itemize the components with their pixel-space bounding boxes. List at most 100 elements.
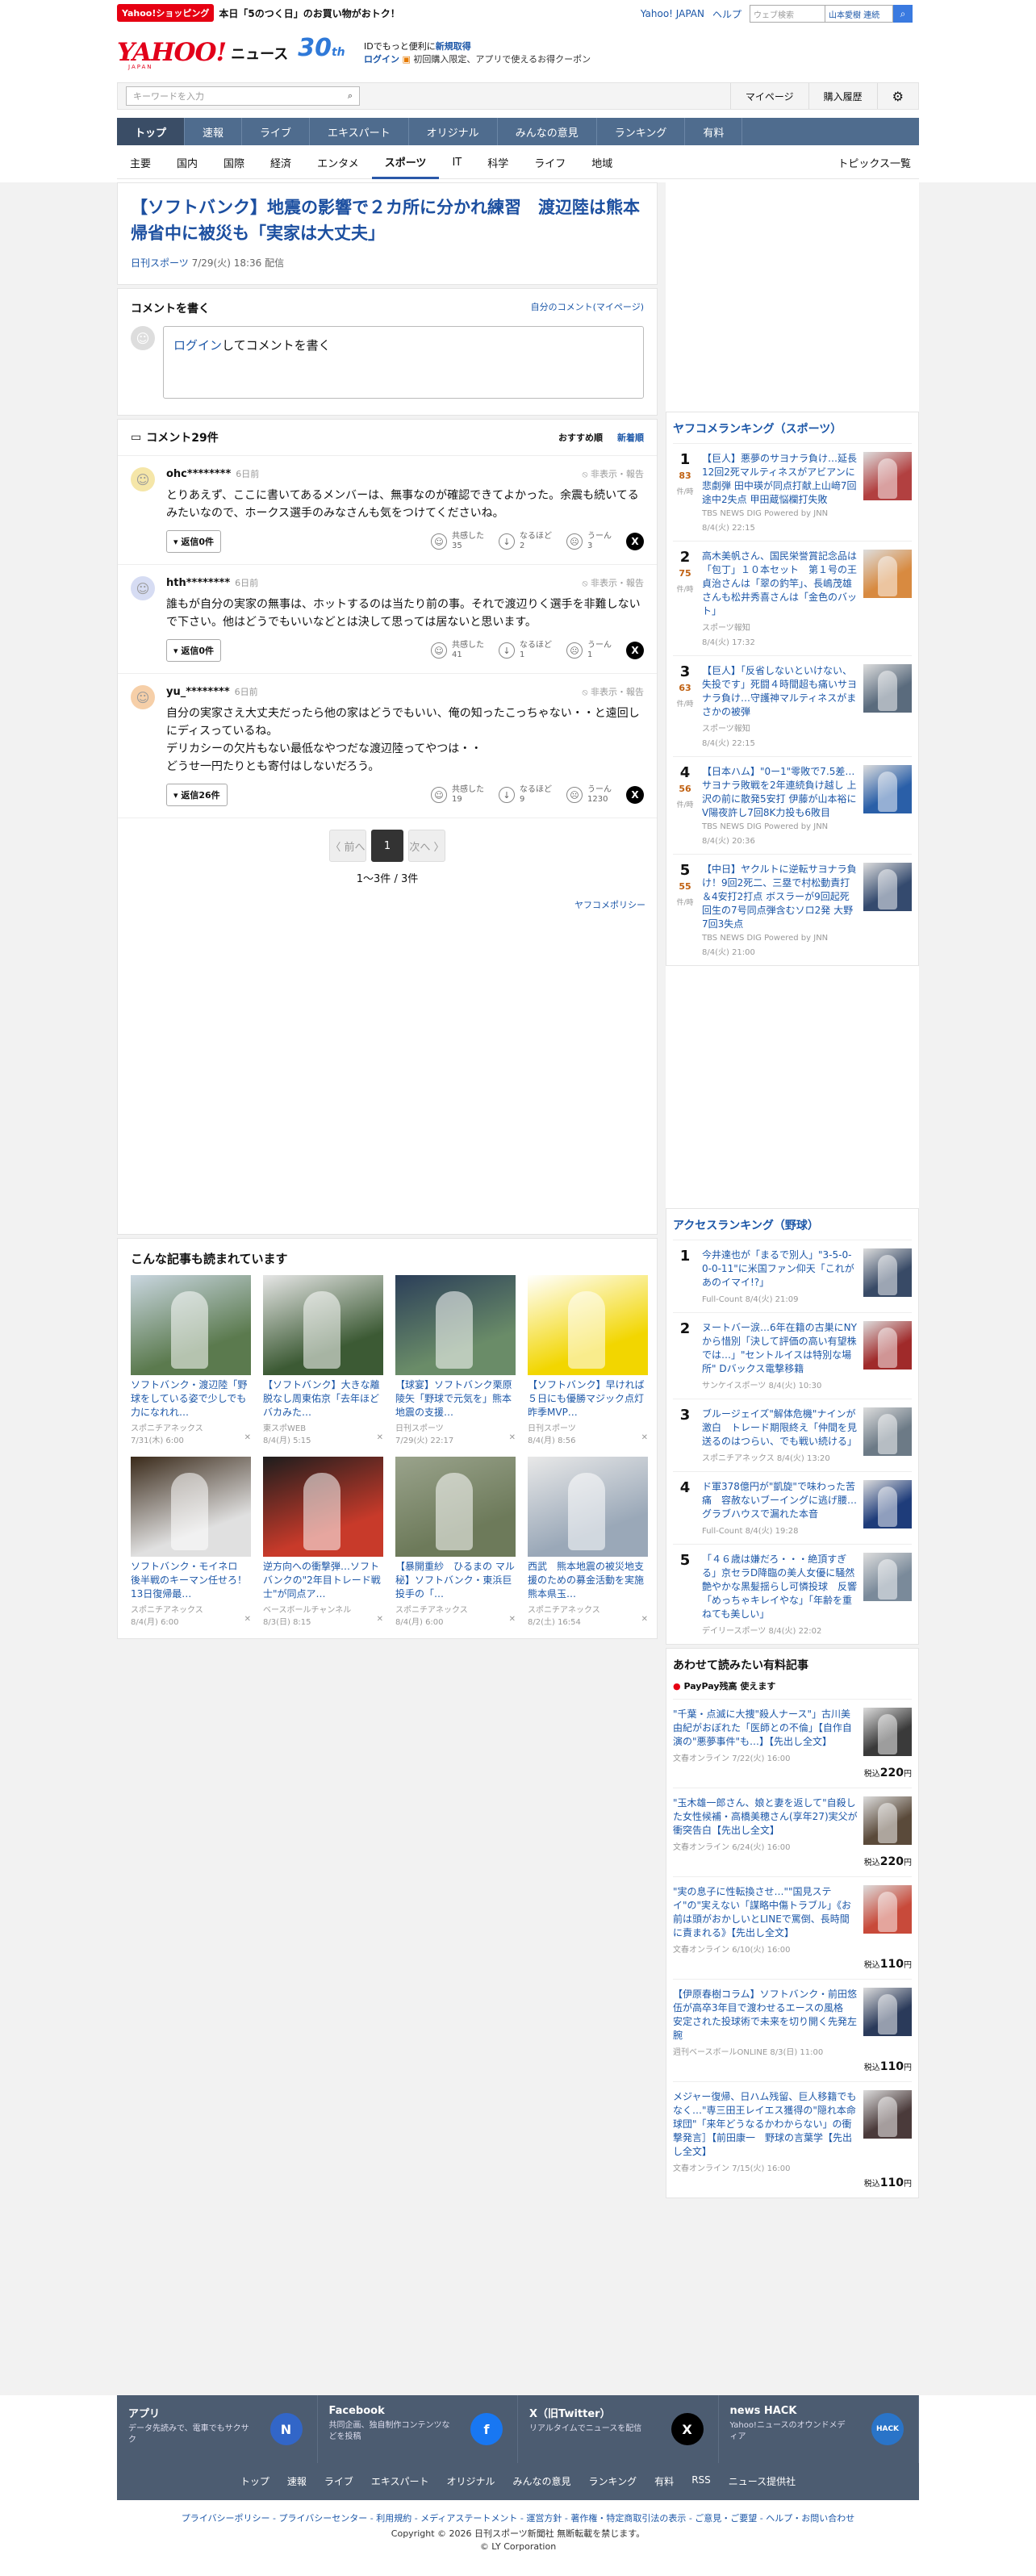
ranking-thumbnail[interactable] xyxy=(863,1407,912,1456)
ranking-title[interactable]: 「４６歳は嫌だろ・・・絶頂すぎる」京セラD降臨の美人女優に騒然 艶やかな黒髪揺ら… xyxy=(702,1553,864,1621)
footer-link[interactable]: トップ xyxy=(240,2474,269,2488)
nav-ranking[interactable]: ランキング xyxy=(597,118,686,145)
paid-article-title[interactable]: 【伊原春樹コラム】ソフトバンク・前田悠伍が高卒3年目で渡わせるエースの風格 安定… xyxy=(673,1988,858,2043)
close-icon[interactable]: ✕ xyxy=(641,1433,648,1445)
cat-economy[interactable]: 経済 xyxy=(257,147,304,179)
next-page-button[interactable]: 次へ 〉 xyxy=(408,830,445,862)
close-icon[interactable]: ✕ xyxy=(377,1433,383,1445)
close-icon[interactable]: ✕ xyxy=(641,1615,648,1627)
ranking-item[interactable]: 4 56 件/時 【日本ハム】"0ー1"零敗で7.5差…サヨナラ敗戦を2年連続負け越し… xyxy=(673,756,912,854)
footer-link[interactable]: オリジナル xyxy=(447,2474,495,2488)
mypage-link[interactable]: マイページ xyxy=(729,83,808,109)
paid-article-title[interactable]: "玉木雄一郎さん、娘と妻を返して"自殺した女性候補・高橋美穂さん(享年27)実父… xyxy=(673,1796,858,1838)
nav-top[interactable]: トップ xyxy=(117,118,186,145)
my-comments-link[interactable]: 自分のコメント(マイページ) xyxy=(531,300,644,316)
footer-link[interactable]: みんなの意見 xyxy=(513,2474,571,2488)
close-icon[interactable]: ✕ xyxy=(244,1615,251,1627)
ranking-thumbnail[interactable] xyxy=(863,1885,912,1934)
related-article[interactable]: 西武 熊本地震の被災地支援のための募金活動を実施 熊本県玉… スポニチアネックス 8… xyxy=(528,1457,648,1627)
footer-link[interactable]: エキスパート xyxy=(371,2474,429,2488)
ranking-item[interactable]: 2 75 件/時 高木美帆さん、国民栄誉賞記念品は「包丁」１０本セット 第１号の王貞治… xyxy=(673,541,912,655)
related-article[interactable]: 【ソフトバンク】早ければ５日にも優勝マジック点灯 昨季MVP… 日刊スポーツ 8/4… xyxy=(528,1275,648,1445)
paid-article[interactable]: "千葉・点滅に大捜"殺人ナース"」古川美由紀がおぼれた「医師との不倫」【自作自演… xyxy=(673,1699,912,1788)
ranking-item[interactable]: 1 今井達也が「まるで別人」"3-5-0-0-0-11"に米国ファン仰天「これがあ… xyxy=(673,1240,912,1312)
nav-original[interactable]: オリジナル xyxy=(409,118,498,145)
nav-flash[interactable]: 速報 xyxy=(185,118,243,145)
login-link[interactable]: ログイン xyxy=(364,54,399,65)
related-article[interactable]: 【暴開重紗 ひるまの マル秘】ソフトバンク・東浜巨投手の「… スポニチアネックス 8… xyxy=(395,1457,516,1627)
related-article[interactable]: 【ソフトバンク】大きな離脱なし周東佑京「去年ほどバカみた… 東スポWEB 8/4(月… xyxy=(263,1275,383,1445)
ranking-item[interactable]: 1 83 件/時 【巨人】悪夢のサヨナラ負け…延長12回2死マルティネスがアビアンに悲… xyxy=(673,443,912,541)
hide-report-link[interactable]: ⦸ 非表示・報告 xyxy=(582,576,644,589)
paid-article-title[interactable]: "実の息子に性転換させ…""国見ステイ"の"実えない「謀略中傷トラブル」《お前は… xyxy=(673,1885,858,1940)
article-thumbnail[interactable] xyxy=(528,1457,648,1557)
ranking-title[interactable]: 高木美帆さん、国民栄誉賞記念品は「包丁」１０本セット 第１号の王貞治さんは「翠の… xyxy=(702,550,858,618)
paid-article[interactable]: "実の息子に性転換させ…""国見ステイ"の"実えない「謀略中傷トラブル」《お前は… xyxy=(673,1876,912,1979)
close-icon[interactable]: ✕ xyxy=(244,1433,251,1445)
footer-link[interactable]: 速報 xyxy=(287,2474,307,2488)
ranking-title[interactable]: 【巨人】「反省しないといけない、失投です」死闘４時間超も痛いサヨナラ負け…守護神… xyxy=(702,664,858,719)
comment-login-link[interactable]: ログイン xyxy=(173,338,222,353)
ranking-title[interactable]: 【中日】ヤクルトに逆転サヨナラ負け！9回2死二、三塁で村松動責打＆4安打2打点 … xyxy=(702,863,858,931)
nav-expert[interactable]: エキスパート xyxy=(310,118,409,145)
ranking-item[interactable]: 5 55 件/時 【中日】ヤクルトに逆転サヨナラ負け！9回2死二、三塁で村松動責打＆4… xyxy=(673,854,912,965)
footer-app-link[interactable]: Facebook 共同企画、独自制作コンテンツなどを投稿 f xyxy=(318,2395,518,2463)
nav-paid[interactable]: 有料 xyxy=(685,118,743,145)
settings-gear-icon[interactable]: ⚙ xyxy=(876,83,918,109)
cat-life[interactable]: ライフ xyxy=(521,147,579,179)
paid-article[interactable]: "玉木雄一郎さん、娘と妻を返して"自殺した女性候補・高橋美穂さん(享年27)実父… xyxy=(673,1788,912,1876)
ranking-thumbnail[interactable] xyxy=(863,664,912,713)
search-icon[interactable]: ⌕ xyxy=(348,90,353,102)
article-thumbnail[interactable] xyxy=(528,1275,648,1375)
reaction-r2-button[interactable]: ↓ なるほど 2 xyxy=(499,532,552,551)
reaction-r3-button[interactable]: ☹ うーん 1 xyxy=(566,641,612,660)
ranking-thumbnail[interactable] xyxy=(863,1708,912,1756)
article-thumbnail[interactable] xyxy=(395,1457,516,1557)
ranking-title[interactable]: 【日本ハム】"0ー1"零敗で7.5差…サヨナラ敗戦を2年連続負け越し 上沢の前に… xyxy=(702,765,858,820)
ranking-title[interactable]: ド軍378億円が"凱旋"で味わった苦痛 容赦ないブーイングに逃げ腰…グラブハウス… xyxy=(702,1480,858,1521)
article-thumbnail[interactable] xyxy=(263,1275,383,1375)
cat-science[interactable]: 科学 xyxy=(474,147,521,179)
reaction-r1-button[interactable]: ☺ 共感した 41 xyxy=(431,641,484,660)
web-search-input[interactable]: ウェブ検索 xyxy=(750,5,825,23)
topics-list-link[interactable]: トピックス一覧 xyxy=(825,147,919,179)
paid-article-title[interactable]: メジャー復帰、日ハム残留、巨人移籍でもなく…"専三田王レイエス獲得の"隠れ本命球… xyxy=(673,2090,858,2159)
cat-it[interactable]: IT xyxy=(439,147,474,179)
x-share-icon[interactable]: X xyxy=(626,533,644,550)
comment-policy-link[interactable]: ヤフコメポリシー xyxy=(574,900,645,910)
ranking-title[interactable]: 今井達也が「まるで別人」"3-5-0-0-0-11"に米国ファン仰天「これがあの… xyxy=(702,1248,858,1290)
related-article-title[interactable]: 【球宴】ソフトバンク栗原陵矢「野球で元気を」熊本地震の支援… xyxy=(395,1378,516,1420)
related-article-title[interactable]: 【ソフトバンク】早ければ５日にも優勝マジック点灯 昨季MVP… xyxy=(528,1378,648,1420)
nav-opinion[interactable]: みんなの意見 xyxy=(498,118,597,145)
ranking-thumbnail[interactable] xyxy=(863,1988,912,2036)
footer-app-link[interactable]: X（旧Twitter） リアルタイムでニュースを配信 X xyxy=(518,2395,719,2463)
ranking-thumbnail[interactable] xyxy=(863,1248,912,1297)
close-icon[interactable]: ✕ xyxy=(509,1615,516,1627)
reply-toggle-button[interactable]: ▾ 返信0件 xyxy=(166,639,222,662)
keyword-search-input[interactable]: キーワードを入力 ⌕ xyxy=(126,86,360,106)
reaction-r3-button[interactable]: ☹ うーん 1230 xyxy=(566,785,612,805)
article-title[interactable]: 【ソフトバンク】地震の影響で２カ所に分かれ練習 渡辺陸は熊本帰省中に被災も「実家… xyxy=(131,194,644,246)
sort-new[interactable]: 新着順 xyxy=(617,431,644,444)
footer-link[interactable]: RSS xyxy=(691,2474,711,2488)
article-source[interactable]: 日刊スポーツ xyxy=(131,257,189,269)
legal-links[interactable]: プライバシーポリシー - プライバシーセンター - 利用規約 - メディアステー… xyxy=(0,2511,1036,2524)
web-search-button[interactable]: ⌕ xyxy=(893,5,913,23)
nav-live[interactable]: ライブ xyxy=(242,118,311,145)
ranking-item[interactable]: 4 ド軍378億円が"凱旋"で味わった苦痛 容赦ないブーイングに逃げ腰…グラブハウ… xyxy=(673,1471,912,1544)
related-article-title[interactable]: 西武 熊本地震の被災地支援のための募金活動を実施 熊本県玉… xyxy=(528,1560,648,1601)
reaction-r1-button[interactable]: ☺ 共感した 19 xyxy=(431,785,484,805)
cat-international[interactable]: 国際 xyxy=(211,147,257,179)
ranking-title[interactable]: ブルージェイズ"解体危機"ナインが激白 トレード期限終え「仲間を見送るのはつらい… xyxy=(702,1407,858,1449)
reaction-r2-button[interactable]: ↓ なるほど 9 xyxy=(499,785,552,805)
footer-app-link[interactable]: news HACK Yahoo!ニュースのオウンドメディア HACK xyxy=(719,2395,919,2463)
register-link[interactable]: 新規取得 xyxy=(436,41,471,52)
related-article[interactable]: 逆方向への衝撃弾…ソフトバンクの"2年目トレード戦士"が同点ア… ベースボールチャ… xyxy=(263,1457,383,1627)
related-article-title[interactable]: 【暴開重紗 ひるまの マル秘】ソフトバンク・東浜巨投手の「… xyxy=(395,1560,516,1601)
promo-banner[interactable]: Yahoo!ショッピング 本日「5のつく日」のお買い物がおトク！ xyxy=(117,4,400,22)
ranking-item[interactable]: 5 「４６歳は嫌だろ・・・絶頂すぎる」京セラD降臨の美人女優に騒然 艶やかな黒髪揺… xyxy=(673,1544,912,1644)
ranking-thumbnail[interactable] xyxy=(863,863,912,911)
related-article-title[interactable]: ソフトバンク・渡辺陸「野球をしている姿で少しでも力になれれ… xyxy=(131,1378,251,1420)
x-share-icon[interactable]: X xyxy=(626,786,644,804)
ranking-title[interactable]: ヌートバー涙…6年在籍の古巣にNYから惜別「決して評価の高い有望株では…」"セン… xyxy=(702,1321,858,1376)
